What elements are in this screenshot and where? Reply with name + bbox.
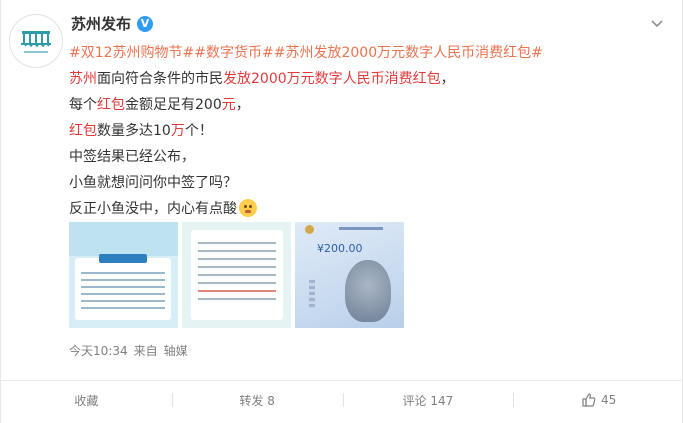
repost-label: 转发 8 — [239, 393, 275, 408]
suzhou-logo-icon — [11, 16, 61, 66]
author-avatar[interactable] — [9, 14, 63, 68]
weibo-post-card: 苏州发布 V #双12苏州购物节##数字货币##苏州发放2000万元数字人民币消… — [0, 0, 683, 423]
text-segment: 每个 — [69, 97, 97, 113]
text-segment: ， — [440, 71, 455, 87]
post-line-5: 中签结果已经公布， — [69, 149, 195, 165]
topic-link[interactable]: #双12苏州购物节# — [69, 45, 194, 61]
post-source-link[interactable]: 轴媒 — [164, 342, 188, 359]
post-line-4: 红包数量多达10万个！ — [69, 118, 669, 144]
text-segment: 数量多达10 — [97, 123, 171, 139]
author-header: 苏州发布 V — [71, 13, 154, 34]
post-meta: 今天10:34 来自 轴媒 — [69, 342, 188, 359]
thumbnail-amount: ¥200.00 — [317, 242, 363, 255]
author-name[interactable]: 苏州发布 — [71, 13, 131, 34]
thumbs-up-icon — [582, 393, 596, 407]
from-label: 来自 — [133, 344, 158, 358]
favorite-label: 收藏 — [74, 393, 99, 408]
topic-link[interactable]: #数字货币# — [194, 45, 273, 61]
text-segment: ， — [235, 97, 250, 113]
post-text: #双12苏州购物节##数字货币##苏州发放2000万元数字人民币消费红包# 苏州… — [69, 40, 669, 222]
highlighted-keyword: 万 — [170, 123, 185, 139]
highlighted-keyword: 元 — [221, 97, 236, 113]
highlighted-keyword: 红包 — [97, 97, 125, 113]
repost-button[interactable]: 转发 8 — [171, 381, 343, 419]
sour-face-emoji-icon — [239, 199, 257, 217]
topic-link[interactable]: #苏州发放2000万元数字人民币消费红包# — [274, 45, 543, 61]
highlighted-keyword: 发放2000万元数字人民币消费红包 — [223, 71, 441, 87]
comment-label: 评论 147 — [402, 393, 454, 408]
highlighted-keyword: 苏州 — [69, 71, 97, 87]
post-line-7: 反正小鱼没中，内心有点酸 — [69, 196, 669, 222]
favorite-button[interactable]: 收藏 — [1, 381, 172, 419]
post-line-3: 每个红包金额足足有200元， — [69, 92, 669, 118]
thumbnail-1[interactable] — [69, 222, 178, 328]
thumbnail-3[interactable]: ¥200.00 — [295, 222, 404, 328]
comment-button[interactable]: 评论 147 — [342, 381, 514, 419]
text-segment: 面向符合条件的市民 — [97, 71, 223, 87]
text-segment: 金额足足有200 — [125, 97, 222, 113]
action-bar: 收藏 转发 8 评论 147 45 — [1, 380, 683, 419]
more-options-chevron-icon[interactable] — [648, 14, 666, 32]
thumbnail-2[interactable] — [182, 222, 291, 328]
post-time[interactable]: 今天10:34 — [69, 342, 128, 359]
post-line-2: 苏州面向符合条件的市民发放2000万元数字人民币消费红包， — [69, 66, 669, 92]
highlighted-keyword: 红包 — [69, 123, 97, 139]
text-segment: 个！ — [184, 123, 213, 139]
post-line-topics: #双12苏州购物节##数字货币##苏州发放2000万元数字人民币消费红包# — [69, 40, 669, 66]
post-line-6: 小鱼就想问问你中签了吗？ — [69, 175, 237, 191]
verified-badge-icon: V — [137, 15, 154, 32]
image-thumbnails: ¥200.00 — [69, 222, 404, 328]
like-button[interactable]: 45 — [513, 381, 683, 419]
like-count: 45 — [600, 393, 617, 407]
post-line-7-text: 反正小鱼没中，内心有点酸 — [69, 201, 237, 217]
